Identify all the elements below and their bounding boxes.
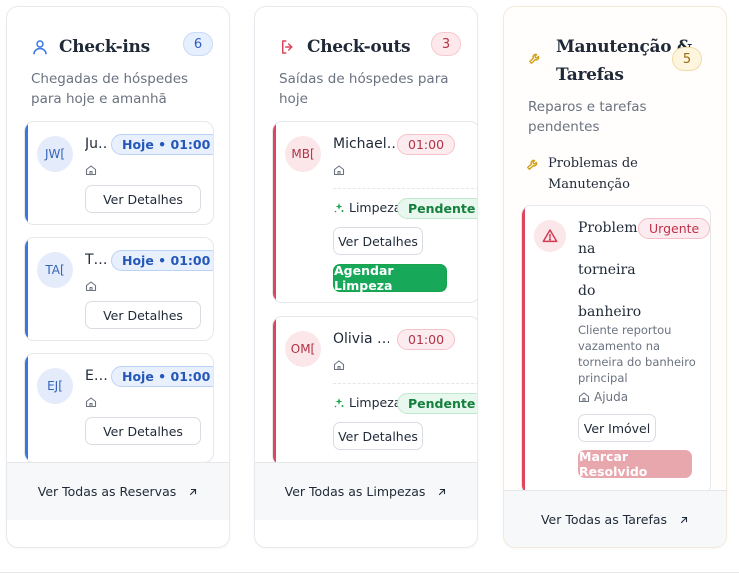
checkins-header: Check-ins 6 Chegadas de hóspedes para ho… (31, 32, 213, 109)
checkout-time-badge: 01:00 (397, 134, 456, 155)
user-icon (31, 38, 49, 56)
issue-description: Cliente reportou vazamento na torneira d… (578, 322, 696, 386)
maintenance-title-line2: Tarefas (556, 65, 624, 85)
issue-title: Problema na torneira do banheiro (578, 218, 646, 323)
item-accent-stripe (273, 317, 276, 465)
home-icon (85, 393, 97, 408)
avatar: JW[ (37, 136, 73, 172)
maintenance-issue-item[interactable]: Problema na torneira do banheiro Urgente… (521, 205, 711, 495)
sparkles-icon (333, 202, 345, 214)
item-accent-stripe (25, 238, 28, 340)
arrival-time-badge: Hoje • 01:00 (111, 250, 213, 271)
view-all-tasks-link[interactable]: Ver Todas as Tarefas (504, 490, 726, 547)
checkout-item[interactable]: OM[ Olivia … 01:00 Limpeza Pendente Ver … (272, 316, 477, 466)
arrival-time-badge: Hoje • 01:00 (111, 134, 213, 155)
guest-name: Michael… (333, 136, 399, 152)
footer-link-label: Ver Todas as Limpezas (284, 484, 426, 499)
issue-title-line: Problema (578, 220, 646, 236)
item-accent-stripe (25, 354, 28, 462)
checkouts-title: Check-outs (307, 37, 411, 57)
home-icon (333, 356, 345, 371)
checkout-time-badge: 01:00 (397, 329, 456, 350)
footer-link-label: Ver Todas as Reservas (37, 484, 177, 499)
wrench-icon (528, 51, 546, 69)
view-details-button[interactable]: Ver Detalhes (85, 417, 201, 445)
view-details-button[interactable]: Ver Detalhes (85, 185, 201, 213)
section-title-line1: Problemas de (548, 156, 638, 171)
property-name: Ajuda (594, 390, 629, 404)
guest-name: Ju… (85, 136, 109, 152)
arrow-up-right-icon (679, 515, 689, 525)
checkins-subtitle: Chegadas de hóspedes para hoje e amanhã (31, 71, 189, 107)
section-title-line2: Manutenção (548, 177, 630, 192)
priority-badge: Urgente (638, 218, 710, 239)
issue-description-line: vazamento na (578, 339, 661, 353)
home-icon (85, 277, 97, 292)
arrival-time-badge: Hoje • 01:00 (111, 366, 213, 387)
guest-name: E… (85, 368, 108, 384)
cleaning-label: Limpeza (349, 395, 402, 410)
checkins-card: Check-ins 6 Chegadas de hóspedes para ho… (6, 6, 230, 548)
avatar: OM[ (285, 331, 321, 367)
issue-title-line: banheiro (578, 304, 642, 320)
page-divider (0, 572, 739, 573)
cleaning-status-row: Limpeza (333, 395, 401, 410)
avatar: EJ[ (37, 368, 73, 404)
view-details-button[interactable]: Ver Detalhes (333, 227, 423, 255)
issue-description-line: principal (578, 371, 628, 385)
view-all-reservations-link[interactable]: Ver Todas as Reservas (7, 462, 229, 520)
guest-name: T… (85, 252, 108, 268)
sparkles-icon (333, 397, 345, 409)
checkin-item[interactable]: TA[ T… Hoje • 01:00 Ver Detalhes (24, 237, 214, 341)
view-property-button[interactable]: Ver Imóvel (578, 414, 656, 442)
guest-name: Olivia … (333, 331, 389, 347)
maintenance-subtitle: Reparos e tarefas pendentes (528, 99, 647, 135)
checkins-count-badge: 6 (183, 32, 213, 56)
arrow-up-right-icon (188, 487, 198, 497)
divider (333, 188, 477, 189)
issue-title-line: na (578, 241, 596, 257)
checkouts-header: Check-outs 3 Saídas de hóspedes para hoj… (279, 32, 461, 109)
home-icon (333, 161, 345, 176)
checkins-title: Check-ins (59, 37, 150, 57)
issue-description-line: Cliente reportou (578, 323, 672, 337)
maintenance-issues-section-title: Problemas de Manutenção (526, 153, 638, 195)
view-details-button[interactable]: Ver Detalhes (85, 301, 201, 329)
item-accent-stripe (273, 122, 276, 302)
checkouts-card: Check-outs 3 Saídas de hóspedes para hoj… (254, 6, 478, 548)
avatar: TA[ (37, 252, 73, 288)
issue-property: Ajuda (578, 390, 628, 404)
issue-description-line: torneira do banheiro (578, 355, 696, 369)
log-out-icon (279, 38, 297, 56)
issue-title-line: do (578, 283, 596, 299)
footer-link-label: Ver Todas as Tarefas (540, 512, 668, 527)
maintenance-header: Manutenção & Tarefas 5 Reparos e tarefas… (528, 33, 710, 137)
schedule-cleaning-button[interactable]: Agendar Limpeza (333, 263, 447, 293)
mark-resolved-button[interactable]: Marcar Resolvido (578, 449, 692, 479)
wrench-icon (526, 157, 540, 171)
home-icon (85, 161, 97, 176)
checkouts-subtitle: Saídas de hóspedes para hoje (279, 71, 449, 107)
alert-triangle-icon (534, 220, 566, 252)
checkout-item[interactable]: MB[ Michael… 01:00 Limpeza Pendente Ver … (272, 121, 477, 303)
cleaning-status-badge: Pendente (397, 393, 477, 414)
cleaning-status-row: Limpeza (333, 200, 401, 215)
checkouts-count-badge: 3 (431, 32, 461, 56)
item-accent-stripe (25, 122, 28, 224)
home-icon (578, 391, 590, 403)
avatar: MB[ (285, 136, 321, 172)
issue-title-line: torneira (578, 262, 636, 278)
checkin-item[interactable]: EJ[ E… Hoje • 01:00 Ver Detalhes (24, 353, 214, 463)
view-details-button[interactable]: Ver Detalhes (333, 422, 423, 450)
item-accent-stripe (522, 206, 525, 494)
maintenance-card: Manutenção & Tarefas 5 Reparos e tarefas… (503, 6, 727, 548)
checkin-item[interactable]: JW[ Ju… Hoje • 01:00 Ver Detalhes (24, 121, 214, 225)
cleaning-status-badge: Pendente (397, 198, 477, 219)
arrow-up-right-icon (437, 487, 447, 497)
divider (333, 383, 477, 384)
cleaning-label: Limpeza (349, 200, 402, 215)
maintenance-count-badge: 5 (672, 47, 702, 71)
view-all-cleanings-link[interactable]: Ver Todas as Limpezas (255, 462, 477, 520)
